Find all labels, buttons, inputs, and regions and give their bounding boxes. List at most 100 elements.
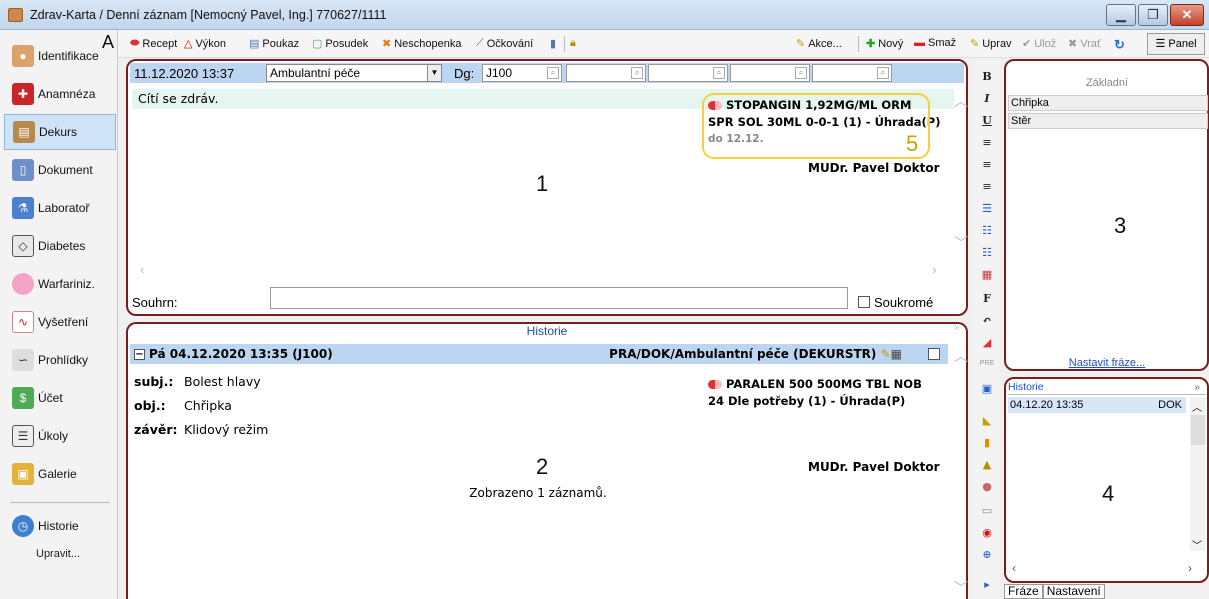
- keyboard-icon[interactable]: ▭: [974, 504, 1000, 517]
- pencil-icon[interactable]: ✎: [881, 347, 891, 361]
- prescription-paralen[interactable]: PARALEN 500 500MG TBL NOB 24 Dle potřeby…: [708, 376, 922, 410]
- lookup-icon[interactable]: ⌕: [795, 67, 807, 79]
- nav-item-warfarinizace[interactable]: Warfariniz.: [4, 266, 116, 302]
- dg-input-1[interactable]: J100 ⌕: [482, 64, 562, 82]
- scroll-thumb[interactable]: [1191, 415, 1205, 445]
- uloz-button[interactable]: ✔ Ulož: [1022, 37, 1056, 51]
- color-grid-icon[interactable]: ▦: [974, 268, 1000, 281]
- italic-button[interactable]: I: [974, 92, 1000, 105]
- poukaz-button[interactable]: ▤ Poukaz: [249, 37, 299, 51]
- collapse-icon[interactable]: »: [1194, 381, 1200, 393]
- pre-button[interactable]: PRE: [974, 360, 1000, 367]
- bullet-list-icon[interactable]: ☰: [974, 202, 1000, 215]
- undo-icon[interactable]: ↶: [974, 314, 1000, 327]
- history-section: Historie » − Pá 04.12.2020 13:35 (J100) P…: [126, 322, 968, 599]
- nav-item-historie[interactable]: ◷ Historie: [4, 508, 116, 544]
- align-right-icon[interactable]: ≡: [974, 180, 1000, 193]
- outdent-icon[interactable]: ☷: [974, 246, 1000, 259]
- novy-button[interactable]: ✚ Nový: [866, 37, 903, 51]
- scroll-up-icon[interactable]: ︿: [954, 346, 968, 366]
- add-icon[interactable]: ⊕: [974, 548, 1000, 561]
- smaz-button[interactable]: ▬ Smaž: [914, 37, 956, 49]
- lookup-icon[interactable]: ⌕: [713, 67, 725, 79]
- nav-item-anamneza[interactable]: ✚ Anamnéza: [4, 76, 116, 112]
- nav-item-dokument[interactable]: ▯ Dokument: [4, 152, 116, 188]
- align-center-icon[interactable]: ≡: [974, 158, 1000, 171]
- tab-fraze[interactable]: Fráze: [1004, 584, 1043, 599]
- collapse-minus-icon[interactable]: −: [134, 349, 145, 360]
- minimize-button[interactable]: ▁: [1106, 4, 1136, 26]
- scroll-down-icon[interactable]: ﹀: [1192, 537, 1202, 552]
- lookup-icon[interactable]: ⌕: [631, 67, 643, 79]
- nav-item-galerie[interactable]: ▣ Galerie: [4, 456, 116, 492]
- care-type-select[interactable]: Ambulantní péče ▼: [266, 64, 442, 82]
- lookup-icon[interactable]: ⌕: [877, 67, 889, 79]
- vykon-button[interactable]: △ Výkon: [184, 37, 226, 51]
- set-phrases-link[interactable]: Nastavit fráze...: [1006, 357, 1208, 369]
- maximize-button[interactable]: ❐: [1138, 4, 1168, 26]
- calendar-icon[interactable]: ▣: [974, 382, 1000, 395]
- ockovani-button[interactable]: ⟋ Očkování: [476, 37, 533, 50]
- recept-button[interactable]: ⬬ Recept: [130, 37, 177, 50]
- nav-item-ucet[interactable]: $ Účet: [4, 380, 116, 416]
- refresh-button[interactable]: ↻: [1114, 37, 1125, 53]
- nav-item-prohlidky[interactable]: ∽ Prohlídky: [4, 342, 116, 378]
- nav-item-identifikace[interactable]: ● Identifikace: [4, 38, 116, 74]
- akce-button[interactable]: ✎ Akce...: [796, 37, 842, 51]
- scroll-right-icon[interactable]: ›: [1188, 561, 1192, 575]
- record-icon[interactable]: ◉: [974, 526, 1000, 539]
- soukrome-checkbox[interactable]: [858, 296, 870, 308]
- scroll-up-icon[interactable]: ︿: [954, 91, 968, 111]
- history-list-scrollbar[interactable]: ︿ ﹀: [1190, 397, 1206, 552]
- font-button[interactable]: F: [974, 292, 1000, 305]
- doctor-icon[interactable]: ●: [974, 480, 1000, 493]
- phrase-item[interactable]: Stěr: [1008, 113, 1208, 129]
- nav-item-ukoly[interactable]: ☰ Úkoly: [4, 418, 116, 454]
- indent-icon[interactable]: ☷: [974, 224, 1000, 237]
- tab-nastaveni[interactable]: Nastavení: [1042, 584, 1105, 599]
- nav-item-vysetreni[interactable]: ∿ Vyšetření: [4, 304, 116, 340]
- expand-icon[interactable]: ▸: [974, 578, 1000, 591]
- dg-input-2[interactable]: ⌕: [566, 64, 646, 82]
- printer-icon[interactable]: ▦: [891, 347, 902, 361]
- collapse-icon[interactable]: »: [954, 322, 960, 333]
- uprav-button[interactable]: ✎ Uprav: [970, 37, 1012, 51]
- dg-input-4[interactable]: ⌕: [730, 64, 810, 82]
- nav-edit-link[interactable]: Upravit...: [36, 548, 80, 560]
- scroll-down-icon[interactable]: ﹀: [954, 578, 968, 598]
- lookup-icon[interactable]: ⌕: [547, 67, 559, 79]
- phrases-group-title: Základní: [1085, 77, 1129, 89]
- dg-input-5[interactable]: ⌕: [812, 64, 892, 82]
- posudek-button[interactable]: ▢ Posudek: [312, 37, 368, 51]
- scroll-right-icon[interactable]: ›: [932, 261, 937, 277]
- scroll-up-icon[interactable]: ︿: [1192, 399, 1202, 414]
- obj-label: obj.:: [134, 398, 166, 413]
- nav-item-diabetes[interactable]: ◇ Diabetes: [4, 228, 116, 264]
- bottle-icon[interactable]: ▮: [974, 436, 1000, 449]
- bookmark-button[interactable]: ▮: [550, 37, 556, 50]
- phrase-item[interactable]: Chřipka: [1008, 95, 1208, 111]
- eraser-icon[interactable]: ◢: [974, 336, 1000, 349]
- scroll-down-icon[interactable]: ﹀: [954, 233, 968, 253]
- panel-button[interactable]: ☰ Panel: [1147, 33, 1205, 55]
- underline-button[interactable]: U: [974, 114, 1000, 127]
- brush-icon[interactable]: ◣: [974, 414, 1000, 427]
- history-list-hscrollbar[interactable]: ‹ ›: [1008, 561, 1206, 577]
- window-titlebar: Zdrav-Karta / Denní záznam [Nemocný Pave…: [0, 0, 1209, 30]
- scroll-left-icon[interactable]: ‹: [1012, 561, 1016, 575]
- align-left-icon[interactable]: ≡: [974, 136, 1000, 149]
- dg-input-3[interactable]: ⌕: [648, 64, 728, 82]
- lock-button[interactable]: 🔒︎: [570, 37, 576, 50]
- neschopenka-button[interactable]: ✖ Neschopenka: [382, 37, 462, 51]
- history-list-row[interactable]: 04.12.20 13:35 DOK: [1008, 397, 1186, 413]
- nav-item-dekurs[interactable]: ▤ Dekurs: [4, 114, 116, 150]
- lock-icon[interactable]: ▲: [974, 458, 1000, 471]
- close-button[interactable]: ✕: [1170, 4, 1204, 26]
- history-record-header[interactable]: − Pá 04.12.2020 13:35 (J100) PRA/DOK/Ambu…: [130, 344, 948, 364]
- history-record-checkbox[interactable]: [928, 348, 940, 360]
- bold-button[interactable]: B: [974, 70, 1000, 83]
- nav-item-laborator[interactable]: ⚗ Laboratoř: [4, 190, 116, 226]
- vrat-button[interactable]: ✖ Vrať: [1068, 37, 1101, 51]
- scroll-left-icon[interactable]: ‹: [140, 261, 145, 277]
- souhrn-input[interactable]: [270, 287, 848, 309]
